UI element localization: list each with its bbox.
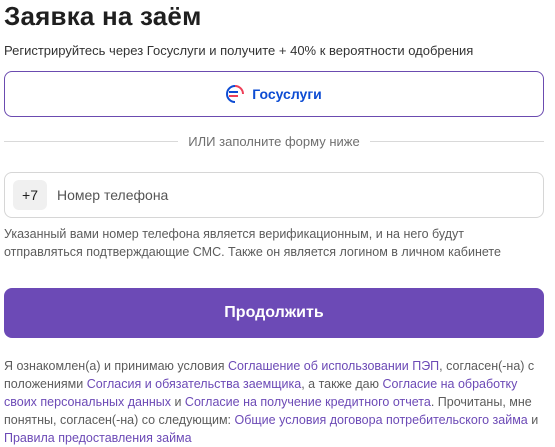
- link-pep-agreement[interactable]: Соглашение об использовании ПЭП: [228, 359, 439, 373]
- link-credit-report-consent[interactable]: Согласие на получение кредитного отчета: [185, 395, 431, 409]
- link-loan-rules[interactable]: Правила предоставления займа: [4, 431, 192, 445]
- divider-text: ИЛИ заполните форму ниже: [188, 133, 360, 149]
- divider-line-left: [4, 140, 179, 142]
- gosuslugi-logo-icon: [226, 85, 245, 103]
- phone-input[interactable]: [57, 187, 507, 203]
- or-divider: ИЛИ заполните форму ниже: [4, 132, 544, 150]
- link-borrower-obligations[interactable]: Согласия и обязательства заемщика: [87, 377, 301, 391]
- legal-consent-text: Я ознакомлен(а) и принимаю условия Согла…: [4, 357, 549, 447]
- phone-hint: Указанный вами номер телефона является в…: [4, 227, 501, 259]
- gosuslugi-button-label: Госуслуги: [252, 86, 322, 102]
- page-subtitle: Регистрируйтесь через Госуслуги и получи…: [4, 43, 474, 58]
- phone-field[interactable]: +7: [4, 172, 544, 218]
- legal-text-6: и: [527, 413, 539, 427]
- phone-country-prefix: +7: [13, 180, 47, 210]
- legal-text-4: и: [170, 395, 185, 409]
- gosuslugi-login-button[interactable]: Госуслуги: [4, 71, 544, 117]
- link-general-loan-terms[interactable]: Общие условия договора потребительского …: [235, 413, 528, 427]
- divider-line-right: [369, 140, 544, 142]
- continue-button[interactable]: Продолжить: [4, 288, 544, 338]
- page-title: Заявка на заём: [4, 1, 202, 31]
- legal-text-3: , а также даю: [301, 377, 383, 391]
- legal-text-1: Я ознакомлен(а) и принимаю условия: [4, 359, 228, 373]
